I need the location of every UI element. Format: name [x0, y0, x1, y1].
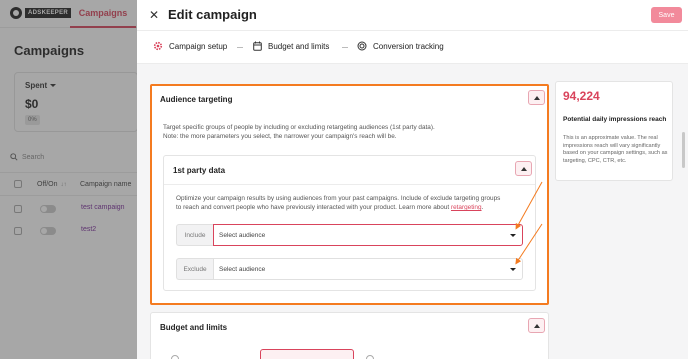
step-campaign-setup[interactable]: Campaign setup: [153, 41, 227, 51]
calendar-icon: [253, 41, 262, 51]
impressions-description: This is an approximate value. The real i…: [563, 135, 668, 164]
panel-header: ✕ Edit campaign Save: [137, 0, 688, 31]
budget-option-radio[interactable]: [171, 355, 179, 359]
steps-nav: Campaign setup Budget and limits Convers: [137, 31, 688, 64]
screen: ADSKEEPER Campaigns Campaigns Spent $0 0…: [0, 0, 688, 359]
collapse-budget-button[interactable]: [528, 318, 545, 333]
step-separator: [342, 47, 348, 48]
impressions-card: 94,224 Potential daily impressions reach…: [555, 81, 673, 181]
close-icon[interactable]: ✕: [148, 8, 160, 22]
chevron-up-icon: [533, 323, 540, 328]
step-separator: [237, 47, 243, 48]
target-icon: [357, 41, 367, 51]
arrow-exclude-icon: [515, 223, 543, 265]
budget-limits-title: Budget and limits: [160, 322, 228, 332]
budget-limits-card: Budget and limits: [150, 312, 549, 359]
budget-option-radio[interactable]: [366, 355, 374, 359]
step-label: Conversion tracking: [373, 41, 444, 51]
step-conversion-tracking[interactable]: Conversion tracking: [357, 41, 444, 51]
arrow-include-icon: [515, 181, 543, 230]
panel-title: Edit campaign: [168, 7, 257, 22]
step-label: Budget and limits: [268, 41, 330, 51]
scrollbar[interactable]: [681, 64, 686, 359]
panel-content: Audience targeting Target specific group…: [137, 64, 688, 359]
gear-icon: [153, 41, 163, 51]
edit-campaign-panel: ✕ Edit campaign Save Campaign setup Budg…: [137, 0, 688, 359]
scrollbar-thumb[interactable]: [682, 132, 685, 168]
step-budget-limits[interactable]: Budget and limits: [253, 41, 329, 51]
step-label: Campaign setup: [169, 41, 228, 51]
save-button[interactable]: Save: [651, 7, 682, 23]
budget-option-selected[interactable]: [260, 349, 354, 359]
impressions-title: Potential daily impressions reach: [563, 116, 667, 123]
impressions-value: 94,224: [563, 89, 600, 103]
